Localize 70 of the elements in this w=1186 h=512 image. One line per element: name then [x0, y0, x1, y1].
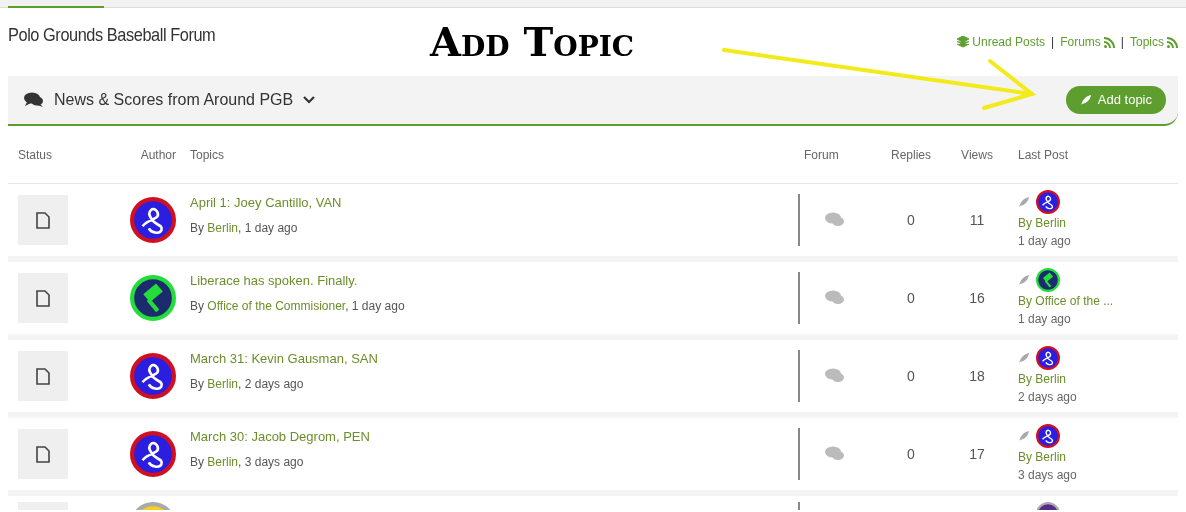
feather-icon [1018, 352, 1030, 364]
last-post-author[interactable]: By Berlin [1018, 448, 1178, 466]
annotation-title: Add Topic [430, 22, 635, 62]
separator: | [1051, 34, 1055, 51]
header-link[interactable]: Unread Posts [957, 33, 1046, 51]
topic-byline: By Berlin, 1 day ago [190, 219, 299, 237]
avatar[interactable] [130, 353, 176, 399]
chat-bubbles-icon [824, 446, 846, 462]
avatar[interactable] [1036, 346, 1060, 370]
document-icon [36, 445, 50, 463]
column-header: Replies [890, 146, 932, 164]
author-link[interactable]: Berlin [207, 376, 239, 391]
column-header: Last Post [1017, 146, 1070, 164]
last-post-time: 2 days ago [1018, 389, 1078, 406]
chat-bubbles-icon [824, 212, 846, 228]
avatar[interactable] [130, 275, 176, 321]
avatar[interactable] [1036, 268, 1060, 292]
replies-count: 0 [906, 444, 916, 464]
feather-icon [1079, 94, 1092, 106]
column-header: Topics [189, 146, 225, 164]
separator: | [1120, 34, 1124, 51]
last-post-time: 1 day ago [1018, 233, 1072, 250]
avatar[interactable] [1036, 190, 1060, 214]
topic-byline: By Office of the Commisioner, 1 day ago [190, 297, 406, 315]
header-link[interactable]: Forums [1060, 33, 1115, 51]
last-post-time: 3 days ago [1018, 467, 1078, 484]
column-header: Forum [803, 146, 840, 164]
replies-count: 0 [906, 210, 916, 230]
document-icon [36, 211, 50, 229]
rss-icon [1167, 36, 1178, 48]
avatar[interactable] [1036, 424, 1060, 448]
replies-count: 0 [906, 366, 916, 386]
replies-count: 0 [906, 288, 916, 308]
chat-bubbles-icon [824, 368, 846, 384]
category-title[interactable]: News & Scores from Around PGB [54, 88, 294, 112]
chat-bubbles-icon [24, 92, 44, 108]
document-icon [36, 367, 50, 385]
feather-icon [1018, 430, 1030, 442]
column-header: Author [139, 146, 176, 164]
avatar[interactable] [130, 431, 176, 477]
column-header: Views [960, 146, 994, 164]
rss-icon [1103, 36, 1115, 48]
topic-title[interactable]: March 30: Jacob Degrom, PEN [190, 427, 798, 447]
topic-title[interactable]: April 1: Joey Cantillo, VAN [190, 193, 798, 213]
views-count: 11 [968, 210, 986, 230]
views-count: 16 [968, 288, 986, 308]
header-link[interactable]: Topics [1130, 33, 1178, 51]
chevron-down-icon[interactable] [303, 96, 316, 104]
author-link[interactable]: Berlin [207, 220, 239, 235]
last-post-time: 1 day ago [1018, 311, 1072, 328]
author-link[interactable]: Berlin [207, 454, 239, 469]
column-header: Status [17, 146, 54, 164]
forum-title[interactable]: Polo Grounds Baseball Forum [8, 21, 216, 50]
topic-title[interactable]: March 31: Kevin Gausman, SAN [190, 349, 798, 369]
author-link[interactable]: Office of the Commisioner [207, 298, 346, 313]
last-post-author[interactable]: By Berlin [1018, 370, 1178, 388]
feather-icon [1018, 196, 1030, 208]
topic-title[interactable]: Liberace has spoken. Finally. [190, 271, 798, 291]
topic-byline: By Berlin, 2 days ago [190, 375, 305, 393]
last-post-author[interactable]: By Office of the ... [1018, 292, 1178, 310]
views-count: 17 [968, 444, 986, 464]
add-topic-button[interactable]: Add topic [1065, 86, 1166, 114]
topic-byline: By Berlin, 3 days ago [190, 453, 305, 471]
chat-bubbles-icon [824, 290, 846, 306]
avatar[interactable] [130, 197, 176, 243]
last-post-author[interactable]: By Berlin [1018, 214, 1178, 232]
feather-icon [1018, 274, 1030, 286]
layers-icon [957, 36, 970, 48]
document-icon [36, 289, 50, 307]
views-count: 18 [968, 366, 986, 386]
